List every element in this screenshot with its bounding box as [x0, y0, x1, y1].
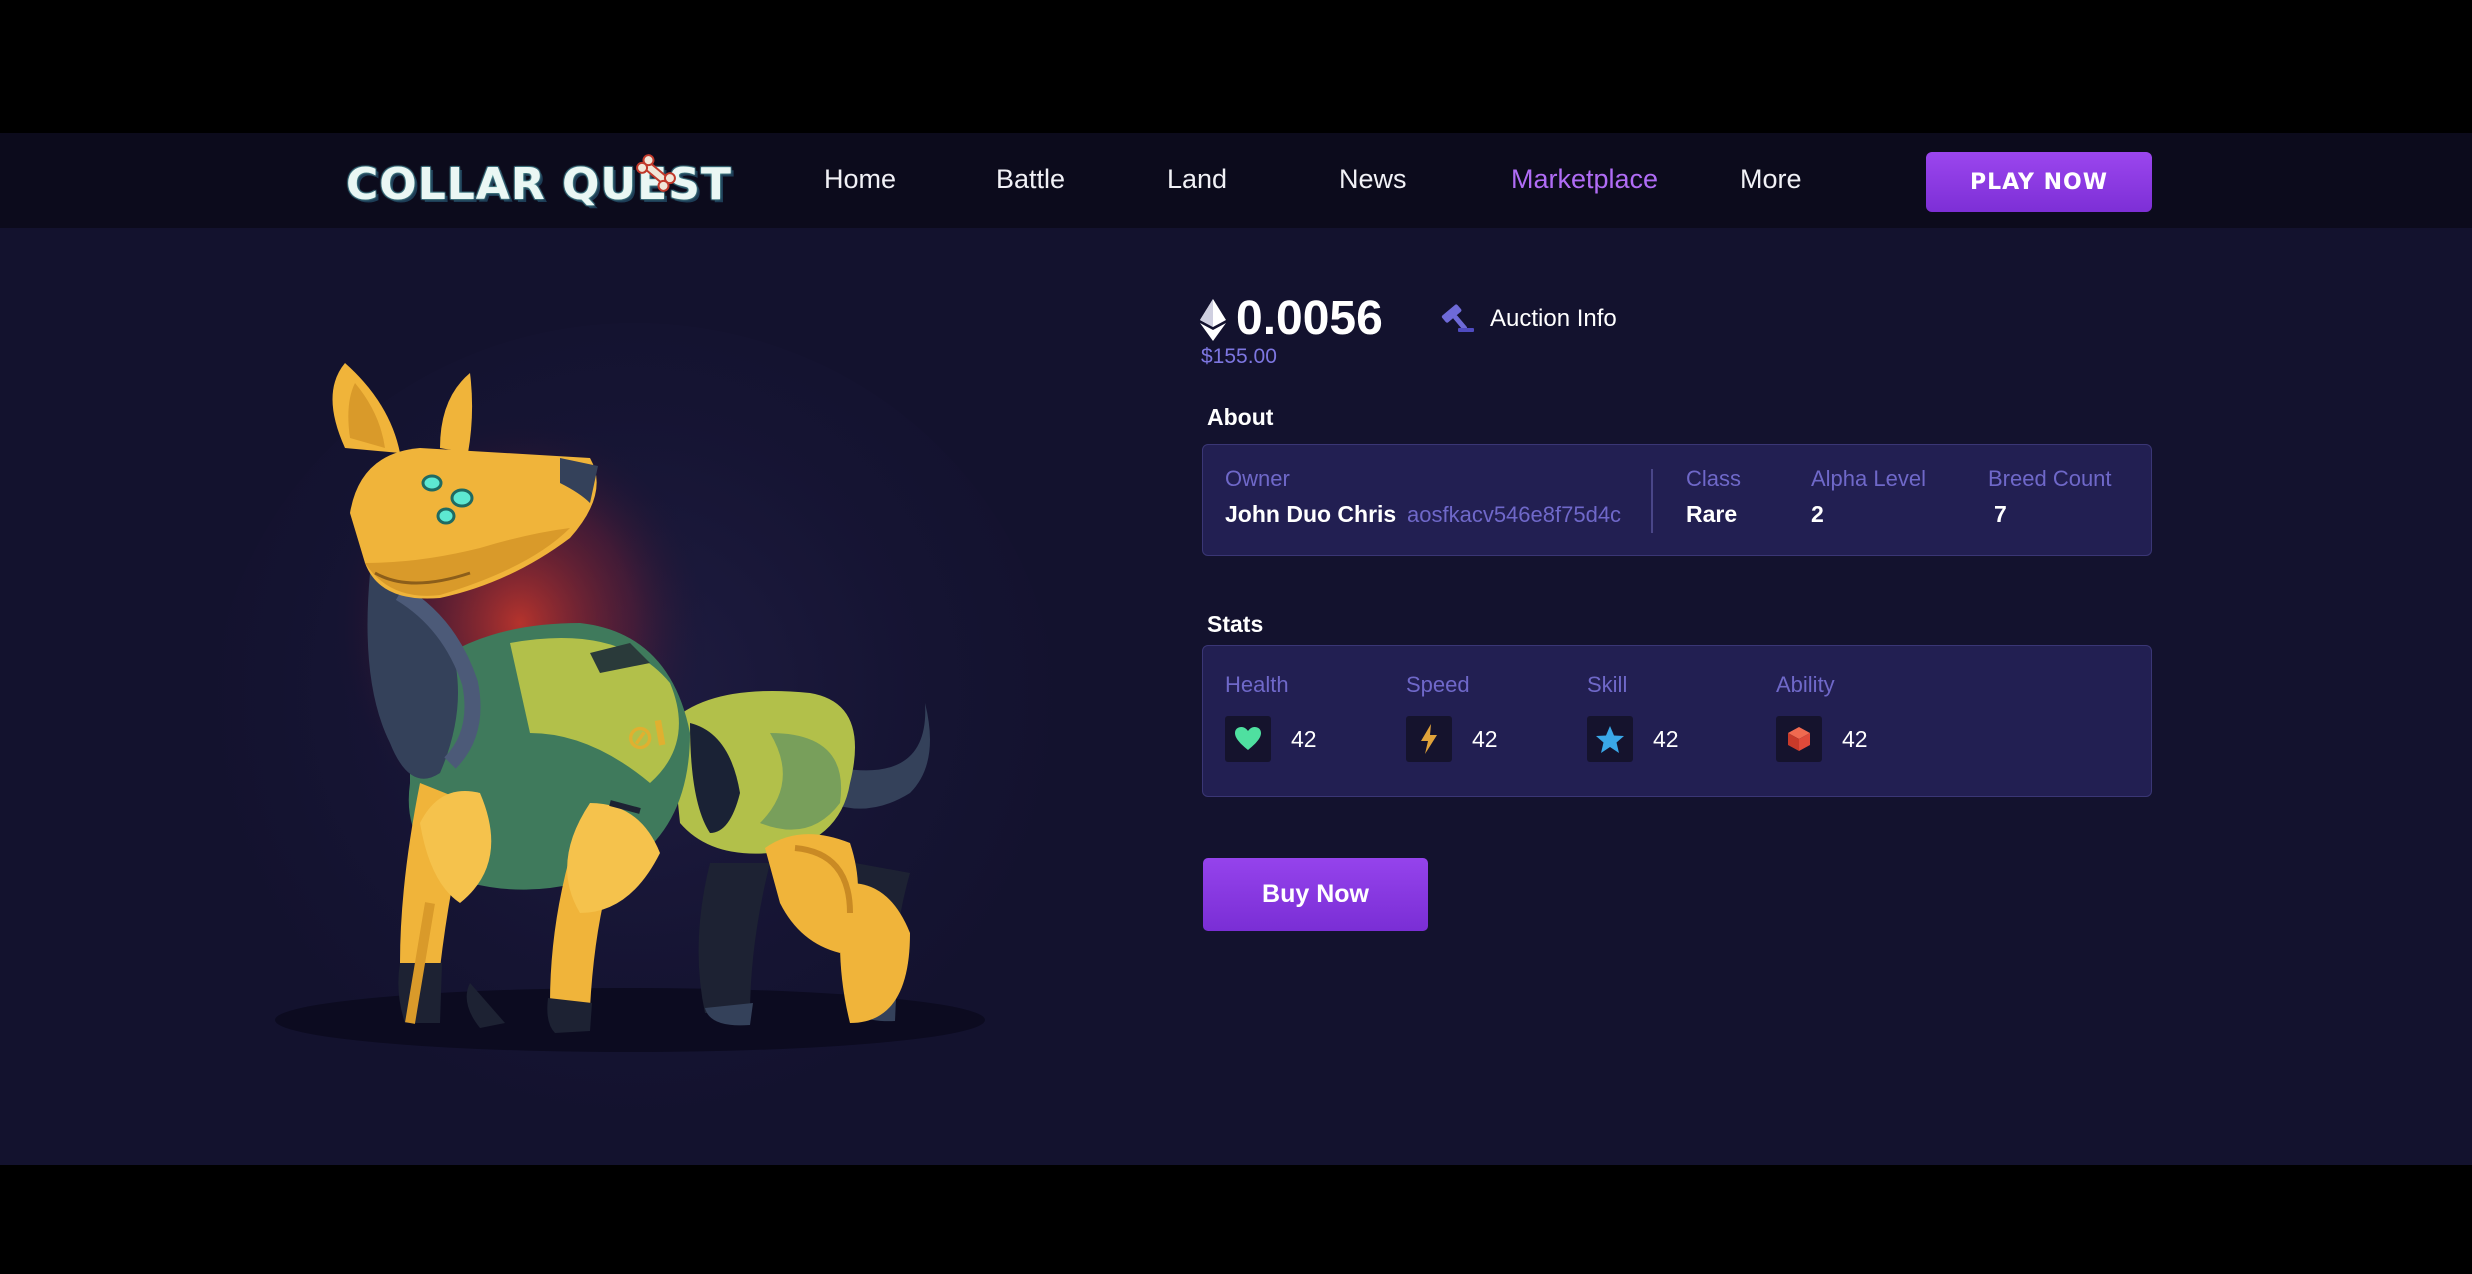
ability-value: 42 — [1842, 726, 1868, 752]
class-label: Class — [1686, 466, 1742, 491]
price-usd: $155.00 — [1201, 345, 1277, 368]
nav-marketplace[interactable]: Marketplace — [1511, 164, 1658, 195]
breed-count-label: Breed Count — [1988, 466, 2112, 491]
nav-land[interactable]: Land — [1167, 164, 1227, 195]
svg-text:⊘I: ⊘I — [623, 713, 670, 760]
alpha-level-label: Alpha Level — [1811, 466, 1926, 491]
ethereum-icon — [1200, 299, 1226, 341]
gavel-icon — [1441, 304, 1474, 332]
bone-icon — [636, 154, 676, 192]
play-now-button[interactable]: PLAY NOW — [1926, 152, 2152, 212]
star-icon — [1596, 725, 1624, 753]
ability-label: Ability — [1776, 672, 1835, 697]
health-value: 42 — [1291, 726, 1317, 752]
health-label: Health — [1225, 672, 1289, 697]
auction-info-label: Auction Info — [1490, 305, 1617, 332]
skill-value: 42 — [1653, 726, 1679, 752]
breed-count-value: 7 — [1994, 501, 2007, 527]
skill-label: Skill — [1587, 672, 1628, 697]
cube-icon — [1788, 727, 1810, 751]
nav-more[interactable]: More — [1740, 164, 1802, 195]
owner-address[interactable]: aosfkacv546e8f75d4c — [1407, 502, 1621, 528]
nav-home[interactable]: Home — [824, 164, 896, 195]
top-nav: COLLAR QUEST Home Battle Land News Marke… — [0, 133, 2472, 228]
alpha-level-value: 2 — [1811, 501, 1824, 527]
logo[interactable]: COLLAR QUEST — [346, 153, 731, 213]
about-divider — [1651, 469, 1653, 533]
speed-label: Speed — [1406, 672, 1470, 697]
robot-dog-image: ⊘I — [275, 363, 985, 1052]
buy-now-button[interactable]: Buy Now — [1203, 858, 1428, 931]
owner-label: Owner — [1225, 466, 1290, 491]
about-title: About — [1207, 404, 1274, 430]
class-value: Rare — [1686, 501, 1738, 527]
speed-icon-box — [1406, 716, 1452, 762]
owner-name: John Duo Chris — [1225, 501, 1397, 527]
stats-title: Stats — [1207, 611, 1264, 637]
ability-icon-box — [1776, 716, 1822, 762]
heart-icon — [1235, 727, 1261, 750]
health-icon-box — [1225, 716, 1271, 762]
speed-value: 42 — [1472, 726, 1498, 752]
lightning-icon — [1421, 724, 1437, 754]
about-card: Owner John Duo Chris aosfkacv546e8f75d4c… — [1202, 444, 2152, 556]
skill-icon-box — [1587, 716, 1633, 762]
nft-illustration: ⊘I — [150, 263, 1100, 1143]
price-value: 0.0056 — [1236, 292, 1383, 345]
nav-news[interactable]: News — [1339, 164, 1407, 195]
page-frame: COLLAR QUEST Home Battle Land News Marke… — [0, 133, 2472, 1165]
stats-card: Health 42 Speed 42 Skill 42 Ability 42 — [1202, 645, 2152, 797]
nav-battle[interactable]: Battle — [996, 164, 1065, 195]
